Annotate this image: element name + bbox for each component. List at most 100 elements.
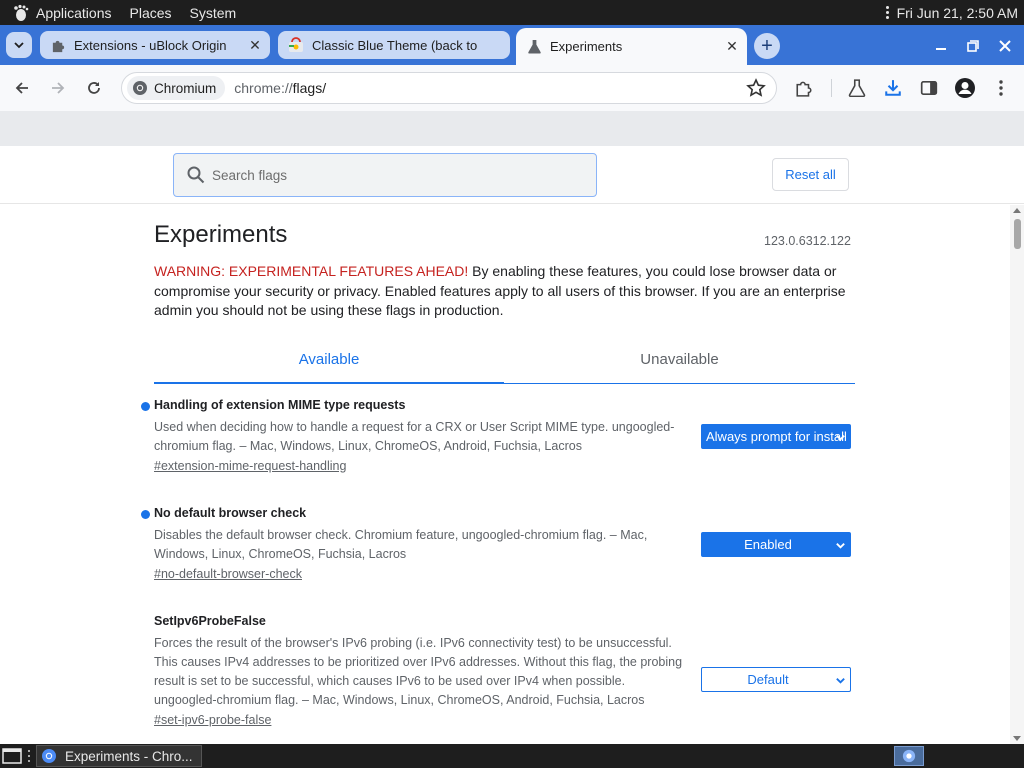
search-input[interactable] xyxy=(212,167,552,183)
new-tab-button[interactable]: + xyxy=(754,33,780,59)
flags-search-header: Reset all xyxy=(0,146,1024,204)
downloads-button[interactable] xyxy=(879,74,907,102)
close-icon[interactable]: ✕ xyxy=(246,36,264,54)
minimize-icon[interactable] xyxy=(928,33,954,59)
scroll-up-icon[interactable] xyxy=(1013,208,1021,213)
url-path: flags/ xyxy=(292,80,327,96)
show-desktop-icon[interactable] xyxy=(2,747,24,765)
flag-name: SetIpv6ProbeFalse xyxy=(154,614,266,628)
side-panel-button[interactable] xyxy=(915,74,943,102)
tab-extensions-ublock[interactable]: Extensions - uBlock Origin ✕ xyxy=(40,31,270,59)
chevron-down-icon xyxy=(14,42,24,49)
chevron-down-icon xyxy=(836,678,845,684)
url-scheme: chrome:// xyxy=(234,80,293,96)
flag-permalink[interactable]: #extension-mime-request-handling xyxy=(154,459,854,473)
flags-content: Experiments 123.0.6312.122 WARNING: EXPE… xyxy=(0,205,1010,744)
flag-select[interactable]: Always prompt for install xyxy=(701,424,851,449)
overflow-menu-icon[interactable] xyxy=(885,6,889,19)
flag-permalink[interactable]: #set-ipv6-probe-false xyxy=(154,713,854,727)
flag-select-value: Enabled xyxy=(744,537,792,552)
avatar-icon xyxy=(955,78,975,98)
flag-item: Handling of extension MIME type requests… xyxy=(141,398,854,473)
forward-button[interactable] xyxy=(44,74,72,102)
side-panel-icon xyxy=(920,80,938,96)
tab-strip: Extensions - uBlock Origin ✕ Classic Blu… xyxy=(0,25,1024,65)
page-scrollbar[interactable] xyxy=(1010,205,1024,744)
system-menu[interactable]: System xyxy=(190,5,237,21)
applications-menu[interactable]: Applications xyxy=(36,5,112,21)
flag-select[interactable]: Default xyxy=(701,667,851,692)
places-menu[interactable]: Places xyxy=(130,5,172,21)
tab-experiments[interactable]: Experiments ✕ xyxy=(516,28,747,65)
flask-icon xyxy=(848,79,866,97)
puzzle-icon xyxy=(796,81,812,97)
gnome-foot-icon[interactable] xyxy=(10,2,32,24)
separator-dots-icon xyxy=(28,750,30,762)
taskbar-window-title: Experiments - Chro... xyxy=(65,748,193,764)
maximize-icon[interactable] xyxy=(960,33,986,59)
search-icon xyxy=(187,166,205,184)
scroll-down-icon[interactable] xyxy=(1013,736,1021,741)
address-bar[interactable]: Chromium chrome://flags/ xyxy=(121,72,777,104)
tab-available[interactable]: Available xyxy=(154,351,504,368)
bottom-taskbar: Experiments - Chro... xyxy=(0,744,1024,768)
page-title: Experiments xyxy=(154,221,288,248)
tab-search-button[interactable] xyxy=(6,32,32,58)
flag-description: Forces the result of the browser's IPv6 … xyxy=(154,636,683,707)
profile-button[interactable] xyxy=(951,74,979,102)
flag-select-value: Default xyxy=(747,672,789,687)
tab-classic-blue-theme[interactable]: Classic Blue Theme (back to xyxy=(278,31,510,59)
reset-all-button[interactable]: Reset all xyxy=(772,158,849,191)
warning-message: WARNING: EXPERIMENTAL FEATURES AHEAD! By… xyxy=(154,262,854,321)
bookmark-star-icon[interactable] xyxy=(746,78,766,103)
puzzle-icon xyxy=(50,37,66,53)
modified-indicator xyxy=(141,402,150,411)
search-box[interactable] xyxy=(173,153,597,197)
tab-title: Extensions - uBlock Origin xyxy=(74,37,227,53)
warning-label: WARNING: EXPERIMENTAL FEATURES AHEAD! xyxy=(154,263,469,279)
flask-icon xyxy=(526,39,542,55)
arrow-left-icon xyxy=(15,82,28,94)
more-vert-icon xyxy=(999,80,1003,96)
chromium-tray-icon xyxy=(902,749,916,763)
labs-button[interactable] xyxy=(843,74,871,102)
taskbar-window-button[interactable]: Experiments - Chro... xyxy=(36,745,202,767)
window-close-icon[interactable] xyxy=(992,33,1018,59)
chromium-icon xyxy=(42,749,56,763)
toolbar-separator xyxy=(831,79,832,97)
selected-tab-indicator xyxy=(154,382,504,384)
flags-tabs: Available Unavailable xyxy=(154,343,855,384)
reload-icon xyxy=(88,82,100,94)
chrome-menu-button[interactable] xyxy=(987,74,1015,102)
flag-item: No default browser check Disables the de… xyxy=(141,506,854,581)
chromium-icon xyxy=(133,81,147,95)
back-button[interactable] xyxy=(8,74,36,102)
flag-item: SetIpv6ProbeFalse Forces the result of t… xyxy=(154,614,854,727)
chevron-down-icon xyxy=(836,543,845,549)
flag-select[interactable]: Enabled xyxy=(701,532,851,557)
flag-permalink[interactable]: #no-default-browser-check xyxy=(154,567,854,581)
workspace-switcher[interactable] xyxy=(894,746,924,766)
modified-indicator xyxy=(141,510,150,519)
tab-title: Experiments xyxy=(550,39,623,54)
browser-toolbar: Chromium chrome://flags/ xyxy=(0,65,1024,111)
system-top-bar: Applications Places System Fri Jun 21, 2… xyxy=(0,0,1024,25)
arrow-right-icon xyxy=(52,82,65,94)
clock[interactable]: Fri Jun 21, 2:50 AM xyxy=(897,5,1018,21)
scrollbar-thumb[interactable] xyxy=(1014,219,1021,249)
extensions-button[interactable] xyxy=(790,74,818,102)
flag-description: Used when deciding how to handle a reque… xyxy=(154,420,675,453)
url-text[interactable]: chrome://flags/ xyxy=(234,80,326,96)
bookmarks-bar xyxy=(0,111,1024,146)
flag-description: Disables the default browser check. Chro… xyxy=(154,528,648,561)
site-info-chip[interactable]: Chromium xyxy=(127,76,226,100)
flag-name: No default browser check xyxy=(154,506,307,520)
tab-title: Classic Blue Theme (back to xyxy=(312,37,478,53)
flag-name: Handling of extension MIME type requests xyxy=(154,398,406,412)
chevron-down-icon xyxy=(836,435,845,441)
reload-button[interactable] xyxy=(80,74,108,102)
tab-unavailable[interactable]: Unavailable xyxy=(504,351,855,368)
version-label: 123.0.6312.122 xyxy=(764,234,851,248)
download-icon xyxy=(885,80,901,96)
close-icon[interactable]: ✕ xyxy=(723,38,741,56)
